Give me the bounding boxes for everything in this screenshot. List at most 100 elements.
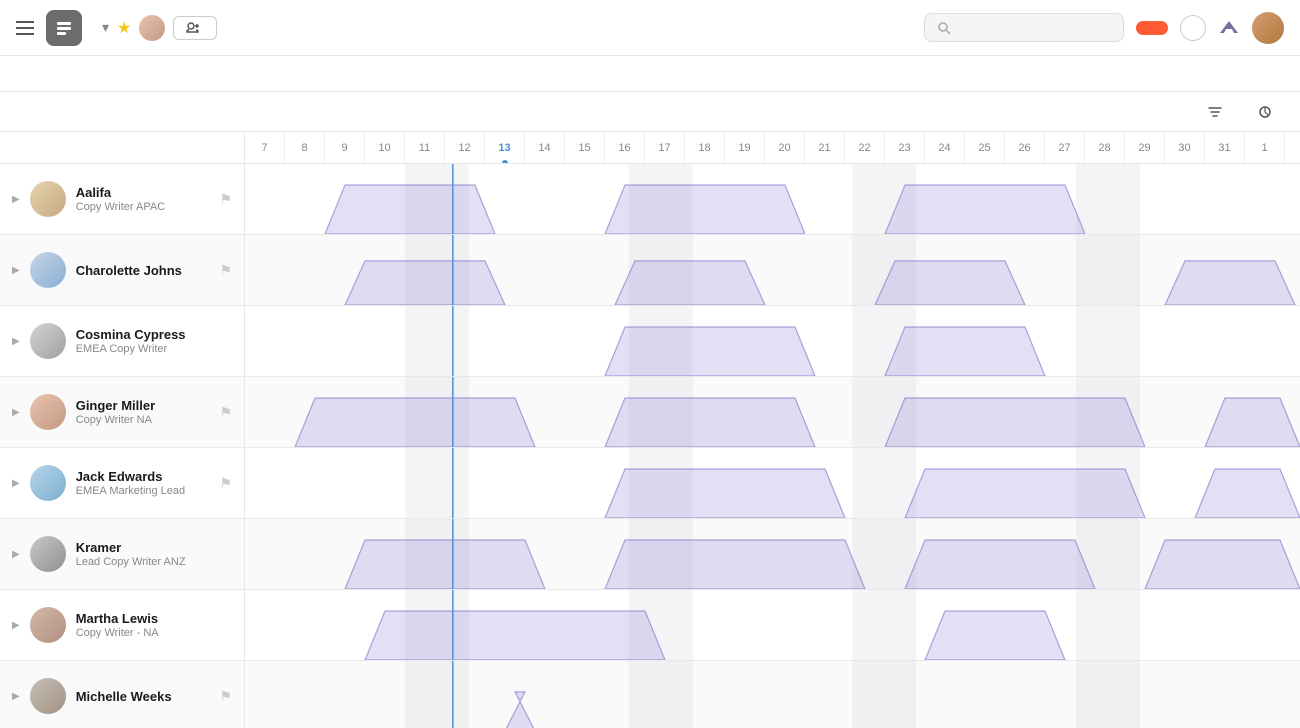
date-cell-16: 16 [605, 132, 645, 163]
rows-container[interactable]: ▶AalifaCopy Writer APAC⚑▶Charolette John… [0, 164, 1300, 728]
person-name-michelle: Michelle Weeks [76, 689, 210, 704]
person-details-michelle: Michelle Weeks [76, 689, 210, 704]
person-role-martha: Copy Writer - NA [76, 627, 232, 639]
zoom-button[interactable] [1168, 108, 1184, 116]
person-row-martha: ▶ Martha LewisCopy Writer - NA [0, 590, 1300, 661]
date-cell-30: 30 [1165, 132, 1205, 163]
date-cell-9: 9 [325, 132, 365, 163]
today-button[interactable] [1136, 108, 1152, 116]
flag-icon-ginger: ⚑ [219, 404, 232, 421]
person-name-cosmina: Cosmina Cypress [76, 327, 232, 342]
search-bar[interactable] [924, 13, 1124, 42]
pinnacle-logo-icon [1218, 19, 1240, 37]
avatar-jack [30, 465, 66, 501]
workload-chart-kramer [245, 519, 1300, 589]
date-header: 7891011121314151617181920212223242526272… [0, 132, 1300, 164]
hamburger-icon[interactable] [16, 21, 34, 35]
expand-icon-charolette[interactable]: ▶ [12, 265, 20, 276]
avatar-cosmina [30, 323, 66, 359]
date-cell-10: 10 [365, 132, 405, 163]
date-cell-12: 12 [445, 132, 485, 163]
date-cell-29: 29 [1125, 132, 1165, 163]
person-row-ginger: ▶ Ginger MillerCopy Writer NA ⚑ [0, 377, 1300, 448]
person-name-ginger: Ginger Miller [76, 398, 210, 413]
flag-icon-aalifa: ⚑ [219, 191, 232, 208]
date-cell-1: 1 [1245, 132, 1285, 163]
avatar-ginger [30, 394, 66, 430]
date-cell-21: 21 [805, 132, 845, 163]
workload-chart-ginger [245, 377, 1300, 447]
pinnacle-logo [1218, 19, 1240, 37]
person-row-cosmina: ▶ Cosmina CypressEMEA Copy Writer [0, 306, 1300, 377]
color-button[interactable] [1250, 101, 1284, 123]
filter-button[interactable] [1200, 101, 1234, 123]
workload-chart-jack [245, 448, 1300, 518]
person-row-aalifa: ▶AalifaCopy Writer APAC⚑ [0, 164, 1300, 235]
date-header-spacer [0, 132, 245, 163]
person-info-martha[interactable]: ▶ Martha LewisCopy Writer - NA [0, 590, 245, 660]
date-cell-27: 27 [1045, 132, 1085, 163]
expand-icon-ginger[interactable]: ▶ [12, 407, 20, 418]
person-details-kramer: KramerLead Copy Writer ANZ [76, 540, 232, 568]
avatar-michelle [30, 678, 66, 714]
workload-chart-charolette [245, 235, 1300, 305]
person-info-aalifa[interactable]: ▶AalifaCopy Writer APAC⚑ [0, 164, 245, 234]
expand-icon-martha[interactable]: ▶ [12, 620, 20, 631]
person-name-kramer: Kramer [76, 540, 232, 555]
person-role-kramer: Lead Copy Writer ANZ [76, 556, 232, 568]
date-cell-26: 26 [1005, 132, 1045, 163]
person-info-michelle[interactable]: ▶ Michelle Weeks ⚑ [0, 661, 245, 728]
date-cell-2: 2 [1285, 132, 1300, 163]
new-button[interactable] [1136, 21, 1168, 35]
toolbar [0, 92, 1300, 132]
workload-chart-cosmina [245, 306, 1300, 376]
person-info-jack[interactable]: ▶Jack EdwardsEMEA Marketing Lead⚑ [0, 448, 245, 518]
expand-icon-michelle[interactable]: ▶ [12, 691, 20, 702]
expand-icon-cosmina[interactable]: ▶ [12, 336, 20, 347]
person-info-kramer[interactable]: ▶ KramerLead Copy Writer ANZ [0, 519, 245, 589]
person-role-cosmina: EMEA Copy Writer [76, 343, 232, 355]
color-icon [1258, 105, 1272, 119]
filter-icon [1208, 105, 1222, 119]
person-details-cosmina: Cosmina CypressEMEA Copy Writer [76, 327, 232, 355]
user-avatar[interactable] [1252, 12, 1284, 44]
expand-icon-aalifa[interactable]: ▶ [12, 194, 20, 205]
expand-icon-kramer[interactable]: ▶ [12, 549, 20, 560]
search-input[interactable] [957, 20, 1097, 35]
person-details-martha: Martha LewisCopy Writer - NA [76, 611, 232, 639]
date-cell-19: 19 [725, 132, 765, 163]
date-cell-11: 11 [405, 132, 445, 163]
person-row-michelle: ▶ Michelle Weeks ⚑ [0, 661, 1300, 728]
person-info-charolette[interactable]: ▶Charolette Johns⚑ [0, 235, 245, 305]
expand-icon-jack[interactable]: ▶ [12, 478, 20, 489]
date-cell-23: 23 [885, 132, 925, 163]
person-role-aalifa: Copy Writer APAC [76, 201, 210, 213]
person-info-ginger[interactable]: ▶ Ginger MillerCopy Writer NA ⚑ [0, 377, 245, 447]
avatar-charolette [30, 252, 66, 288]
join-button[interactable] [173, 16, 217, 40]
avatar-martha [30, 607, 66, 643]
date-cell-7: 7 [245, 132, 285, 163]
help-button[interactable] [1180, 15, 1206, 41]
person-details-jack: Jack EdwardsEMEA Marketing Lead [76, 469, 210, 497]
title-chevron-icon[interactable]: ▾ [102, 19, 109, 36]
date-cell-15: 15 [565, 132, 605, 163]
person-name-jack: Jack Edwards [76, 469, 210, 484]
workload-chart-aalifa [245, 164, 1300, 234]
date-cell-24: 24 [925, 132, 965, 163]
app-header: ▾ ★ [0, 0, 1300, 56]
favorite-star-icon[interactable]: ★ [117, 18, 131, 38]
person-row-kramer: ▶ KramerLead Copy Writer ANZ [0, 519, 1300, 590]
person-role-jack: EMEA Marketing Lead [76, 485, 210, 497]
person-details-charolette: Charolette Johns [76, 263, 210, 278]
person-info-cosmina[interactable]: ▶ Cosmina CypressEMEA Copy Writer [0, 306, 245, 376]
nav-tabs [0, 56, 1300, 92]
date-cell-22: 22 [845, 132, 885, 163]
person-role-ginger: Copy Writer NA [76, 414, 210, 426]
header-right [924, 12, 1284, 44]
date-cell-28: 28 [1085, 132, 1125, 163]
flag-icon-michelle: ⚑ [219, 688, 232, 705]
date-cell-31: 31 [1205, 132, 1245, 163]
avatar-kramer [30, 536, 66, 572]
toolbar-right [1136, 101, 1284, 123]
